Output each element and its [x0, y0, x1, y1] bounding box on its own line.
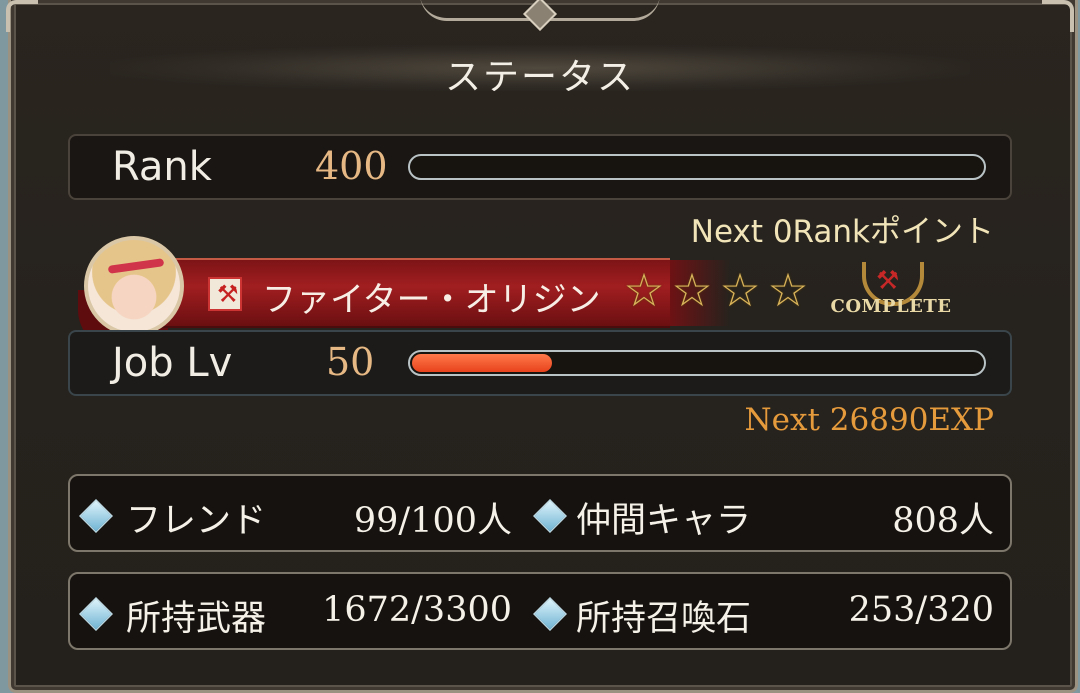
rank-bar-row: Rank 400	[68, 134, 1012, 200]
rank-label: Rank	[112, 144, 212, 190]
stat-summons: 所持召喚石 253/320	[528, 574, 1004, 648]
star-icon: ☆	[719, 263, 761, 317]
stat-value: 808人	[892, 501, 994, 541]
star-icon: ☆	[767, 263, 809, 317]
frame-corner-right	[1042, 0, 1074, 32]
stats-row-2: 所持武器 1672/3300 所持召喚石 253/320	[68, 572, 1012, 650]
stat-value: 253/320	[848, 590, 994, 630]
diamond-bullet-icon	[533, 597, 567, 631]
stat-value: 99/100人	[353, 501, 512, 541]
stat-label: フレンド	[126, 501, 267, 541]
job-name: ファイター・オリジン	[262, 280, 601, 320]
stat-label: 所持召喚石	[576, 599, 752, 639]
axe-icon: ⚒	[208, 277, 242, 311]
job-next-exp-text: Next 26890EXP	[744, 402, 994, 438]
rank-progress-bar	[408, 154, 986, 180]
star-icon: ☆	[623, 263, 665, 317]
star-icon: ☆	[671, 263, 713, 317]
stat-value: 1672/3300	[322, 590, 512, 630]
complete-badge: ⚒ COMPLETE	[828, 262, 954, 324]
diamond-bullet-icon	[79, 499, 113, 533]
frame-corner-left	[6, 0, 38, 32]
job-level-value: 50	[326, 340, 375, 384]
avatar-hairband	[107, 258, 165, 274]
rank-value: 400	[315, 144, 388, 188]
stats-row-1: フレンド 99/100人 仲間キャラ 808人	[68, 474, 1012, 552]
job-stars: ☆ ☆ ☆ ☆	[622, 263, 814, 317]
diamond-bullet-icon	[79, 597, 113, 631]
stat-characters: 仲間キャラ 808人	[528, 476, 1004, 550]
stat-weapons: 所持武器 1672/3300	[70, 574, 512, 648]
stat-label: 所持武器	[126, 599, 267, 639]
stat-label: 仲間キャラ	[576, 501, 752, 541]
diamond-bullet-icon	[533, 499, 567, 533]
stat-friends: フレンド 99/100人	[70, 476, 512, 550]
rank-next-text: Next 0Rankポイント	[690, 214, 994, 250]
job-exp-progress-bar	[408, 350, 986, 376]
character-avatar[interactable]	[84, 236, 184, 336]
job-exp-progress-fill	[412, 354, 552, 372]
job-level-label: Job Lv	[112, 340, 233, 386]
complete-axe-icon: ⚒	[876, 266, 900, 296]
complete-badge-label: COMPLETE	[830, 296, 952, 317]
panel-title: ステータス	[444, 57, 635, 98]
job-level-bar-row: Job Lv 50	[68, 330, 1012, 396]
